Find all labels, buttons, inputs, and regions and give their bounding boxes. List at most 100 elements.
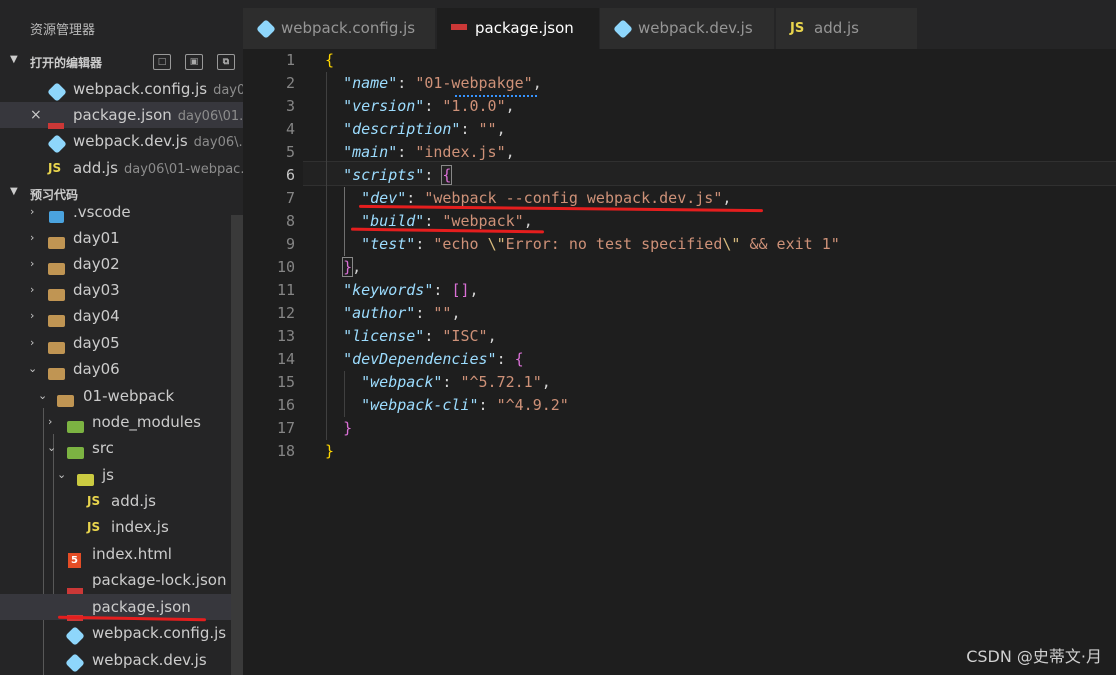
code-line: { xyxy=(325,51,335,69)
open-editors-header[interactable]: ▼ 打开的编辑器 □ ▣ ⧉ xyxy=(0,51,243,73)
code-line: "webpack-cli": "^4.9.2" xyxy=(361,396,569,414)
watermark: CSDN @史蒂文·月 xyxy=(966,647,1102,666)
chevron-down-icon: ▼ xyxy=(10,54,18,65)
code-line: "keywords": [], xyxy=(343,281,479,299)
tree-item-folder-open[interactable]: ⌄ src xyxy=(0,435,243,461)
folder-open-icon xyxy=(48,356,65,382)
code-line: "devDependencies": { xyxy=(343,350,524,368)
tree-item-folder[interactable]: › day05 xyxy=(0,330,243,356)
close-icon[interactable]: × xyxy=(30,102,42,128)
open-editor-item[interactable]: webpack.dev.jsday06\... xyxy=(0,128,243,154)
npm-icon xyxy=(451,8,467,49)
chevron-down-icon: ▼ xyxy=(10,186,18,197)
folder-icon xyxy=(48,277,65,303)
js-icon: JS xyxy=(48,161,62,175)
code-line: "license": "ISC", xyxy=(343,327,497,345)
explorer-sidebar: 资源管理器 ▼ 打开的编辑器 □ ▣ ⧉ webpack.config.js day0… xyxy=(0,0,243,675)
tree-item-folder[interactable]: › .vscode xyxy=(0,199,243,225)
save-all-icon[interactable]: ▣ xyxy=(185,54,203,70)
tab-add-js[interactable]: JS add.js xyxy=(776,8,917,49)
folder-icon xyxy=(48,303,65,329)
editor-tab-bar: webpack.config.js package.json webpack.d… xyxy=(243,0,1116,49)
line-number: 1 xyxy=(285,51,295,69)
chevron-right-icon: › xyxy=(30,257,35,270)
line-number: 9 xyxy=(285,235,295,253)
js-folder-icon xyxy=(77,462,94,488)
tree-item-file[interactable]: JS index.js xyxy=(0,514,243,540)
tree-item-file[interactable]: webpack.config.js xyxy=(0,620,243,646)
open-editor-item[interactable]: JS add.js day06\01-webpac... xyxy=(0,155,243,181)
chevron-down-icon: ⌄ xyxy=(47,441,57,454)
webpack-icon xyxy=(47,76,67,102)
chevron-down-icon: ⌄ xyxy=(57,468,67,481)
line-number: 2 xyxy=(285,74,295,92)
tree-item-file[interactable]: webpack.dev.js xyxy=(0,647,243,673)
webpack-icon xyxy=(256,8,276,49)
code-line: "description": "", xyxy=(343,120,506,138)
line-number: 8 xyxy=(285,212,295,230)
line-number: 16 xyxy=(276,396,295,414)
open-editor-item-active[interactable]: × package.jsonday06\01... xyxy=(0,102,243,129)
tree-item-folder[interactable]: › day02 xyxy=(0,251,243,277)
chevron-down-icon: ⌄ xyxy=(38,389,48,402)
sidebar-scrollbar[interactable] xyxy=(231,215,243,675)
npm-icon xyxy=(67,567,83,594)
line-number-current: 6 xyxy=(285,166,295,184)
close-all-icon[interactable]: ⧉ xyxy=(217,54,235,70)
line-number: 4 xyxy=(285,120,295,138)
line-number: 18 xyxy=(276,442,295,460)
tree-item-folder-open[interactable]: ⌄ day06 xyxy=(0,356,243,382)
chevron-right-icon: › xyxy=(30,283,35,296)
code-line: }, xyxy=(342,257,362,277)
npm-icon xyxy=(48,102,64,129)
js-icon: JS xyxy=(790,21,805,36)
line-number: 5 xyxy=(285,143,295,161)
spellcheck-squiggle xyxy=(455,92,537,97)
tree-item-folder[interactable]: › day04 xyxy=(0,303,243,329)
webpack-icon xyxy=(65,620,85,646)
tree-item-folder[interactable]: › node_modules xyxy=(0,409,243,435)
line-number: 13 xyxy=(276,327,295,345)
code-line: "webpack": "^5.72.1", xyxy=(361,373,551,391)
tree-item-file[interactable]: 5 index.html xyxy=(0,541,243,568)
line-number: 3 xyxy=(285,97,295,115)
src-folder-icon xyxy=(67,435,84,461)
chevron-right-icon: › xyxy=(48,415,53,428)
tab-package-json[interactable]: package.json xyxy=(437,8,599,49)
new-untitled-file-icon[interactable]: □ xyxy=(153,54,171,70)
code-line: "main": "index.js", xyxy=(343,143,515,161)
chevron-right-icon: › xyxy=(30,336,35,349)
node-modules-folder-icon xyxy=(67,409,84,435)
code-editor[interactable]: 1 2 3 4 5 6 7 8 9 10 11 12 13 14 15 16 1… xyxy=(243,49,1116,675)
js-icon: JS xyxy=(87,494,101,508)
folder-icon xyxy=(48,251,65,277)
tree-item-folder-open[interactable]: ⌄ 01-webpack xyxy=(0,383,243,409)
line-number: 17 xyxy=(276,419,295,437)
code-line: } xyxy=(343,419,353,437)
tab-webpack-config[interactable]: webpack.config.js xyxy=(243,8,435,49)
code-line: "version": "1.0.0", xyxy=(343,97,515,115)
line-number: 14 xyxy=(276,350,295,368)
tab-webpack-dev[interactable]: webpack.dev.js xyxy=(600,8,774,49)
tree-item-folder-open[interactable]: ⌄ js xyxy=(0,462,243,488)
line-number: 12 xyxy=(276,304,295,322)
chevron-right-icon: › xyxy=(30,309,35,322)
line-number: 7 xyxy=(285,189,295,207)
code-line-current: "scripts": { xyxy=(343,165,453,185)
open-editor-item[interactable]: webpack.config.jsday0... xyxy=(0,76,243,102)
tree-item-folder[interactable]: › day03 xyxy=(0,277,243,303)
tree-item-file[interactable]: JS add.js xyxy=(0,488,243,514)
webpack-icon xyxy=(613,8,633,49)
line-number: 10 xyxy=(276,258,295,276)
folder-icon xyxy=(48,225,65,251)
code-line: "author": "", xyxy=(343,304,461,322)
tree-item-folder[interactable]: › day01 xyxy=(0,225,243,251)
html-icon: 5 xyxy=(68,541,81,568)
line-number: 11 xyxy=(276,281,295,299)
tree-item-file[interactable]: package-lock.json xyxy=(0,567,243,594)
folder-open-icon xyxy=(57,383,74,409)
chevron-right-icon: › xyxy=(30,231,35,244)
line-number: 15 xyxy=(276,373,295,391)
vscode-folder-icon xyxy=(49,199,64,225)
explorer-title: 资源管理器 xyxy=(30,23,96,38)
